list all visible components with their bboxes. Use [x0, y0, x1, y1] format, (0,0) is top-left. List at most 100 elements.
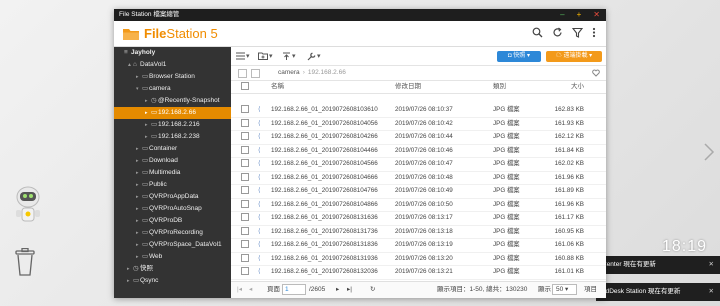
- search-icon[interactable]: [532, 27, 543, 38]
- last-page-button[interactable]: ▸|: [347, 282, 352, 298]
- sidebar-item[interactable]: ▸ ▭QVRProAutoSnap: [114, 203, 231, 215]
- sidebar-item-label: QVRProRecording: [149, 229, 203, 236]
- folder-icon: ▭: [151, 109, 158, 116]
- upload-button[interactable]: ▾: [282, 51, 296, 61]
- first-page-button[interactable]: |◂: [237, 282, 242, 298]
- prev-page-button[interactable]: ◂: [249, 282, 252, 298]
- column-type[interactable]: 類別: [493, 81, 538, 93]
- column-size[interactable]: 大小: [538, 81, 584, 93]
- sidebar-item[interactable]: ▸ ▭QVRProDB: [114, 215, 231, 227]
- row-checkbox[interactable]: [241, 240, 249, 249]
- row-checkbox[interactable]: [241, 118, 249, 127]
- sidebar-item-label: @Recently-Snapshot: [158, 97, 220, 104]
- update-notification[interactable]: Center 現在有更新 ✕: [596, 256, 720, 274]
- sidebar-item[interactable]: ▸ ▭QVRProRecording: [114, 227, 231, 239]
- file-name: 192.168.2.66_01_2019072608103610: [271, 106, 378, 113]
- sidebar-item[interactable]: ▸ ◷@Recently-Snapshot: [114, 95, 231, 107]
- sidebar-item[interactable]: ▸ ▭QVRProSpace_DataVol1: [114, 239, 231, 251]
- table-row[interactable]: ⟨ 192.168.2.66_01_2019072608104466 2019/07…: [231, 145, 606, 158]
- tools-button[interactable]: ▾: [307, 51, 321, 61]
- new-folder-button[interactable]: ▾: [258, 51, 273, 61]
- sidebar-item[interactable]: ▸ ▭Browser Station: [114, 71, 231, 83]
- sidebar-item[interactable]: ▸ ▭Public: [114, 179, 231, 191]
- file-size: 161.93 KB: [554, 119, 584, 127]
- folder-icon: ▭: [142, 157, 149, 164]
- refresh-icon[interactable]: ↻: [370, 282, 375, 298]
- select-all-checkbox[interactable]: [241, 82, 249, 91]
- remote-mount-button-label: 遠端掛載: [563, 53, 588, 59]
- trash-icon[interactable]: [14, 248, 36, 276]
- file-type: JPG 檔案: [493, 214, 520, 221]
- sidebar-item[interactable]: ≡ Jayholy: [114, 47, 231, 59]
- file-type: JPG 檔案: [493, 119, 520, 127]
- sidebar-item[interactable]: ▾ ▭camera: [114, 83, 231, 95]
- filter-icon[interactable]: [572, 27, 583, 38]
- table-row[interactable]: ⟨ 192.168.2.66_01_2019072608131636 2019/07…: [231, 212, 606, 226]
- table-row[interactable]: ⟨ 192.168.2.66_01_2019072608103610 2019/07…: [231, 104, 606, 118]
- table-row[interactable]: ⟨ 192.168.2.66_01_2019072608104566 2019/07…: [231, 158, 606, 172]
- table-row[interactable]: ⟨ 192.168.2.66_01_2019072608104766 2019/07…: [231, 185, 606, 199]
- row-checkbox[interactable]: [241, 253, 249, 262]
- sidebar-item[interactable]: ▸ ◷快照: [114, 263, 231, 275]
- column-name[interactable]: 名稱: [271, 81, 389, 93]
- favorite-heart-icon[interactable]: [592, 69, 600, 77]
- row-checkbox[interactable]: [241, 213, 249, 222]
- table-row[interactable]: ⟨ 192.168.2.66_01_2019072608131736 2019/07…: [231, 226, 606, 239]
- row-checkbox[interactable]: [241, 226, 249, 235]
- file-size: 161.96 KB: [554, 173, 584, 181]
- row-checkbox[interactable]: [241, 199, 249, 208]
- sidebar-item[interactable]: ▸ ▭Container: [114, 143, 231, 155]
- file-name: 192.168.2.66_01_2019072608131636: [271, 214, 378, 221]
- new-folder-icon: [258, 52, 268, 60]
- table-row[interactable]: ⟨ 192.168.2.66_01_2019072608104666 2019/07…: [231, 172, 606, 185]
- table-row[interactable]: ⟨ 192.168.2.66_01_2019072608131836 2019/07…: [231, 239, 606, 253]
- view-mode-button[interactable]: ▾: [236, 51, 250, 61]
- sidebar-item[interactable]: ▸ ▭192.168.2.238: [114, 131, 231, 143]
- snapshot-button[interactable]: ◘ 快照 ▾: [497, 51, 541, 62]
- close-icon[interactable]: ✕: [709, 256, 714, 274]
- table-row[interactable]: ⟨ 192.168.2.66_01_2019072608104266 2019/07…: [231, 131, 606, 145]
- folder-icon: ▭: [142, 229, 149, 236]
- more-icon[interactable]: [592, 27, 596, 38]
- robot-mascot-icon[interactable]: [12, 183, 44, 227]
- row-checkbox[interactable]: [241, 267, 249, 276]
- table-row[interactable]: ⟨ 192.168.2.66_01_2019072608132036 2019/07…: [231, 266, 606, 280]
- sidebar-item[interactable]: ▸ ▭192.168.2.66: [114, 107, 231, 119]
- row-checkbox[interactable]: [241, 186, 249, 195]
- row-checkbox[interactable]: [241, 105, 249, 114]
- update-notification[interactable]: ridDesk Station 現在有更新 ✕: [596, 283, 720, 301]
- chevron-right-icon[interactable]: [703, 142, 715, 162]
- row-checkbox[interactable]: [241, 172, 249, 181]
- forward-button[interactable]: [251, 69, 260, 78]
- remote-mount-button[interactable]: ☁ 遠端掛載 ▾: [546, 51, 602, 62]
- sidebar-item[interactable]: ▸ ▭Download: [114, 155, 231, 167]
- sidebar-item[interactable]: ▸ ▭Web: [114, 251, 231, 263]
- sidebar-item[interactable]: ▸ ▭192.168.2.216: [114, 119, 231, 131]
- row-checkbox[interactable]: [241, 145, 249, 154]
- row-checkbox[interactable]: [241, 132, 249, 141]
- window-titlebar[interactable]: File Station 檔案總管 – + ✕: [114, 9, 606, 21]
- close-button[interactable]: ✕: [593, 9, 600, 21]
- table-row[interactable]: ⟨ 192.168.2.66_01_2019072608131936 2019/07…: [231, 253, 606, 266]
- file-size: 160.95 KB: [554, 227, 584, 235]
- sidebar-item[interactable]: ▸ ▭Multimedia: [114, 167, 231, 179]
- sidebar-item[interactable]: ▸ ▭Qsync: [114, 275, 231, 287]
- refresh-icon[interactable]: [552, 27, 563, 38]
- breadcrumb-root[interactable]: camera: [278, 69, 300, 76]
- image-file-icon: ⟨: [258, 133, 261, 140]
- row-checkbox[interactable]: [241, 159, 249, 168]
- page-input[interactable]: 1: [282, 283, 306, 295]
- breadcrumb-current[interactable]: 192.168.2.66: [308, 69, 346, 76]
- sidebar-item[interactable]: ▲⌂ DataVol1: [114, 59, 231, 71]
- table-row[interactable]: ⟨ 192.168.2.66_01_2019072608104056 2019/07…: [231, 118, 606, 131]
- show-unit: 項目: [584, 286, 597, 293]
- maximize-button[interactable]: +: [577, 9, 582, 21]
- minimize-button[interactable]: –: [560, 9, 564, 21]
- column-date[interactable]: 修改日期: [395, 81, 485, 93]
- table-row[interactable]: ⟨ 192.168.2.66_01_2019072608104866 2019/07…: [231, 199, 606, 212]
- sidebar-item[interactable]: ▸ ▭QVRProAppData: [114, 191, 231, 203]
- back-button[interactable]: [238, 69, 247, 78]
- close-icon[interactable]: ✕: [709, 283, 714, 301]
- next-page-button[interactable]: ▸: [336, 282, 339, 298]
- page-size-select[interactable]: 50 ▾: [552, 283, 577, 295]
